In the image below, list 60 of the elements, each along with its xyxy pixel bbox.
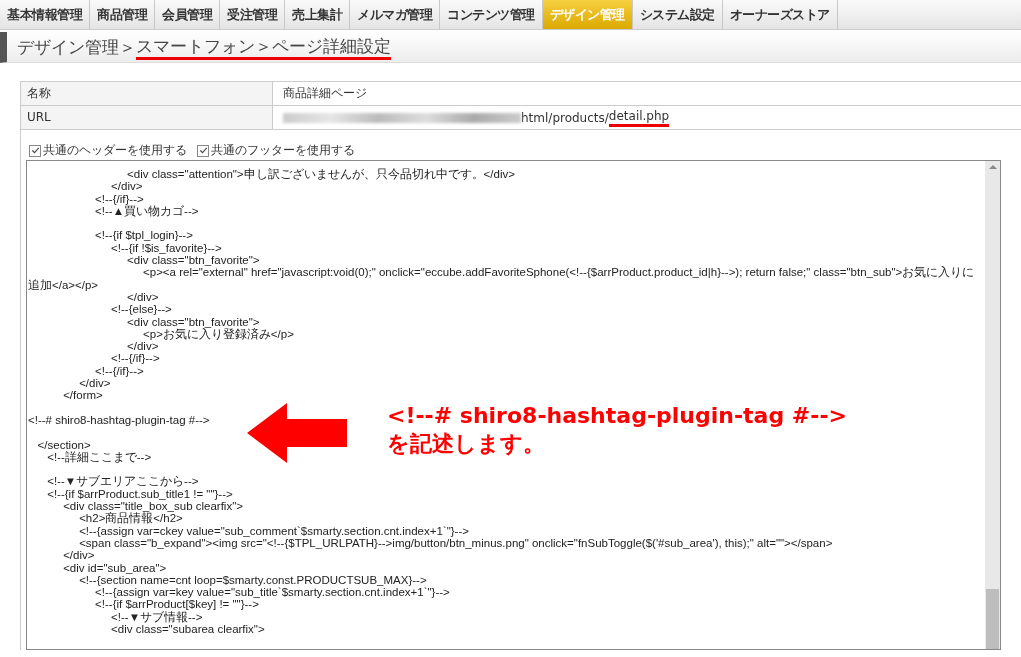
code-line: <!--{/if}--> <box>110 352 160 365</box>
code-line: <!--詳細ここまで--> <box>46 450 152 464</box>
nav-tab[interactable]: 売上集計 <box>285 0 350 29</box>
code-line: <!--{if !$is_favorite}--> <box>110 241 222 255</box>
field-label: URL <box>21 106 273 129</box>
nav-tab[interactable]: オーナーズストア <box>722 0 838 29</box>
nav-tab[interactable]: 会員管理 <box>155 0 220 29</box>
breadcrumb-text: スマートフォン＞ページ詳細設定 <box>136 34 391 60</box>
code-line: </div> <box>78 377 111 390</box>
code-line: <!--{/if}--> <box>94 192 144 205</box>
code-line: <div class="attention">申し訳ございませんが、只今品切れ中です。</div> <box>126 168 515 181</box>
code-line: <h2>商品情報</h2> <box>78 512 183 525</box>
code-line: </div> <box>126 340 159 353</box>
arrow-icon <box>247 403 347 463</box>
code-line: <span class="b_expand"><img src="<!--{$TPL_URLPATH}-->img/button/btn_minus.png" onclick="fnSubToggle($('#sub_area'), this);" alt=""></span> <box>78 536 833 550</box>
code-line: <p><a rel="external" href="javascript:void(0);" onclick="eccube.addFavoriteSphone(<!--{$arrProduct.product_id|h}-->); return false;" class="btn_sub">お気に入りに追加</a></p> <box>28 266 975 291</box>
code-line: <!--▼サブエリアここから--> <box>46 475 199 488</box>
code-line: <!--{else}--> <box>110 303 172 316</box>
code-line: <div class="subarea clearfix"> <box>110 623 265 636</box>
code-line: <!--▲買い物カゴ--> <box>94 204 199 218</box>
code-line: <!--{/if}--> <box>94 364 144 378</box>
code-line: <!--# shiro8-hashtag-plugin-tag #--> <box>28 413 210 427</box>
code-line: <!--{if $arrProduct[$key] != ""}--> <box>94 598 259 611</box>
field-value: detail.php <box>608 108 670 127</box>
breadcrumb-text: デザイン管理＞ <box>17 36 136 58</box>
nav-tab[interactable]: コンテンツ管理 <box>440 0 543 29</box>
code-line: <div class="title_box_sub clearfix"> <box>62 500 243 512</box>
code-line: <!--{assign var=key value="sub_title`$smarty.section.cnt.index+1`"}--> <box>94 586 450 599</box>
code-line: <div class="btn_favorite"> <box>126 315 260 328</box>
scrollbar-thumb[interactable] <box>986 589 999 649</box>
code-line: </section> <box>36 438 91 451</box>
code-line: <!--{section name=cnt loop=$smarty.const.PRODUCTSUB_MAX}--> <box>78 573 427 587</box>
checkbox[interactable] <box>197 144 209 157</box>
code-line: </div> <box>62 549 95 562</box>
nav-tab[interactable]: 受注管理 <box>220 0 285 29</box>
code-line: <!--▼サブ情報--> <box>110 610 203 623</box>
nav-tab[interactable]: 基本情報管理 <box>0 0 90 29</box>
code-line: <div class="btn_favorite"> <box>126 254 260 267</box>
code-line: </form> <box>62 389 103 402</box>
code-line: <!--{if $arrProduct.sub_title1 != ""}--> <box>46 487 233 500</box>
code-editor[interactable] <box>26 160 1001 650</box>
scrollbar[interactable] <box>985 161 1000 649</box>
nav-tab[interactable]: システム設定 <box>632 0 723 29</box>
checkbox-label[interactable]: 共通のフッターを使用する <box>211 142 355 159</box>
field-value: 商品詳細ページ <box>283 85 367 102</box>
code-line: <!--{if $tpl_login}--> <box>94 229 193 242</box>
checkbox[interactable] <box>29 144 41 157</box>
field-label: 名称 <box>21 82 273 105</box>
code-line: <!--{assign var=ckey value="sub_comment`$smarty.section.cnt.index+1`"}--> <box>78 524 469 537</box>
code-line: </div> <box>126 290 159 304</box>
code-line: </div> <box>110 180 143 193</box>
code-line: <div id="sub_area"> <box>62 561 167 574</box>
nav-tab[interactable]: メルマガ管理 <box>350 0 440 29</box>
code-line: <p>お気に入り登録済み</p> <box>142 327 294 341</box>
checkbox-label[interactable]: 共通のヘッダーを使用する <box>43 142 187 159</box>
annotation-text: を記述します。 <box>387 430 546 458</box>
nav-tab[interactable]: 商品管理 <box>90 0 155 29</box>
scroll-up-icon[interactable] <box>988 165 997 169</box>
field-value: html/products/ <box>521 110 609 125</box>
annotation-text: <!--# shiro8-hashtag-plugin-tag #--> <box>387 402 847 430</box>
